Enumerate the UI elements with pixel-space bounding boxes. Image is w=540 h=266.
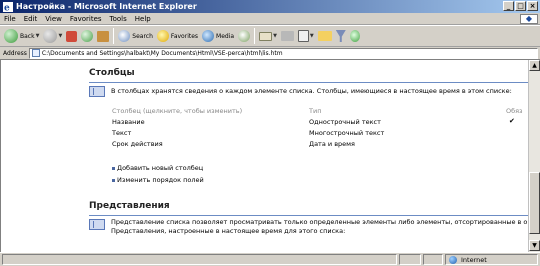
address-label: Address [3, 49, 27, 57]
back-arrow-icon [4, 29, 18, 43]
menu-tools[interactable]: Tools [106, 15, 131, 23]
column-type: Однострочный текст [309, 118, 381, 126]
add-column-link[interactable]: Добавить новый столбец [112, 164, 203, 172]
forward-button[interactable]: ▼ [41, 27, 64, 45]
back-button[interactable]: Back ▼ [2, 27, 41, 45]
security-zone: Internet [445, 254, 538, 265]
back-label: Back [20, 32, 35, 40]
column-type: Многострочный текст [309, 129, 385, 137]
forward-arrow-icon [43, 29, 58, 43]
search-icon [118, 30, 131, 42]
reorder-columns-label: Изменить порядок полей [117, 176, 204, 184]
history-button[interactable] [236, 27, 252, 45]
address-input[interactable]: C:\Documents and Settings\halbakt\My Doc… [28, 47, 538, 59]
scroll-down-button[interactable]: ▼ [529, 240, 540, 251]
bullet-icon [112, 178, 115, 182]
menu-favorites[interactable]: Favorites [66, 15, 106, 23]
status-progress-panel [399, 254, 421, 265]
stop-icon [66, 30, 78, 42]
status-text-panel [2, 254, 397, 265]
menu-help[interactable]: Help [131, 15, 155, 23]
media-label: Media [216, 32, 235, 40]
views-section-title: Представления [89, 201, 170, 211]
media-icon [202, 30, 215, 42]
stop-button[interactable] [64, 27, 79, 45]
windows-logo-icon: ◆ [520, 14, 538, 24]
mail-button[interactable]: ▼ [257, 27, 279, 45]
views-description-line2: Представления, настроенные в настоящее в… [111, 227, 346, 235]
window-controls: _ □ × [503, 1, 538, 11]
column-name-link[interactable]: Название [112, 118, 145, 126]
title-bar: e Настройка - Microsoft Internet Explore… [0, 0, 540, 13]
views-description-line1: Представление списка позволяет просматри… [111, 218, 528, 226]
bullet-icon [112, 166, 115, 170]
minimize-button[interactable]: _ [503, 1, 514, 11]
home-button[interactable] [95, 27, 111, 45]
scroll-up-button[interactable]: ▲ [529, 60, 540, 71]
search-label: Search [132, 32, 153, 40]
search-button[interactable]: Search [116, 27, 155, 45]
print-icon [280, 31, 294, 41]
vertical-scrollbar[interactable]: ▲ ▼ [528, 60, 540, 252]
required-check-icon: ✔ [509, 117, 515, 125]
menu-file[interactable]: File [0, 15, 20, 23]
print-button[interactable] [279, 27, 296, 45]
menu-bar: File Edit View Favorites Tools Help ◆ [0, 13, 540, 25]
views-icon [89, 219, 105, 230]
favorites-label: Favorites [170, 32, 199, 40]
scroll-thumb[interactable] [529, 172, 540, 234]
messenger-button[interactable] [348, 27, 362, 45]
zone-label: Internet [461, 255, 487, 264]
toolbar-separator [113, 28, 115, 44]
columns-description: В столбцах хранятся сведения о каждом эл… [111, 87, 512, 95]
svg-text:e: e [4, 3, 10, 12]
folder-icon [317, 31, 332, 41]
page-icon [31, 49, 40, 57]
folder-button[interactable] [316, 27, 334, 45]
window-title: Настройка - Microsoft Internet Explorer [16, 2, 197, 11]
chevron-down-icon[interactable]: ▼ [58, 33, 62, 39]
home-icon [97, 30, 110, 42]
columns-section-title: Столбцы [89, 68, 135, 78]
column-header-name: Столбец (щелкните, чтобы изменить) [112, 107, 243, 115]
refresh-button[interactable] [79, 27, 95, 45]
media-button[interactable]: Media [200, 27, 236, 45]
close-button[interactable]: × [527, 1, 538, 11]
column-name-link[interactable]: Срок действия [112, 140, 163, 148]
column-header-type: Тип [309, 107, 322, 115]
toolbar-separator [254, 28, 256, 44]
chevron-down-icon[interactable]: ▼ [310, 33, 314, 39]
chevron-down-icon[interactable]: ▼ [273, 33, 277, 39]
chevron-down-icon[interactable]: ▼ [36, 33, 40, 39]
status-security-panel [423, 254, 443, 265]
menu-view[interactable]: View [41, 15, 66, 23]
favorites-button[interactable]: Favorites [155, 27, 200, 45]
edit-button[interactable]: ▼ [296, 27, 316, 45]
mail-icon [259, 31, 273, 41]
add-column-label: Добавить новый столбец [117, 164, 204, 172]
messenger-icon [349, 30, 360, 42]
column-type: Дата и время [309, 140, 355, 148]
page-content: Столбцы В столбцах хранятся сведения о к… [0, 60, 528, 252]
address-url[interactable]: C:\Documents and Settings\halbakt\My Doc… [42, 50, 283, 57]
standard-toolbar: Back ▼ ▼ Search Favorites Media ▼ ▼ [0, 25, 540, 47]
globe-icon [449, 255, 457, 264]
status-bar: Internet [0, 252, 540, 266]
reorder-columns-link[interactable]: Изменить порядок полей [112, 176, 204, 184]
section-divider [89, 215, 528, 216]
maximize-button[interactable]: □ [515, 1, 526, 11]
address-bar: Address C:\Documents and Settings\halbak… [0, 47, 540, 60]
refresh-icon [81, 30, 94, 42]
section-divider [89, 82, 528, 83]
column-name-link[interactable]: Текст [112, 129, 131, 137]
filter-icon [335, 30, 346, 42]
menu-edit[interactable]: Edit [20, 15, 42, 23]
star-icon [156, 30, 169, 42]
ie-app-icon: e [3, 1, 13, 12]
columns-icon [89, 86, 105, 97]
edit-icon [297, 30, 309, 42]
history-icon [238, 30, 251, 42]
column-header-required: Обяз [506, 107, 523, 115]
filter-button[interactable] [334, 27, 348, 45]
